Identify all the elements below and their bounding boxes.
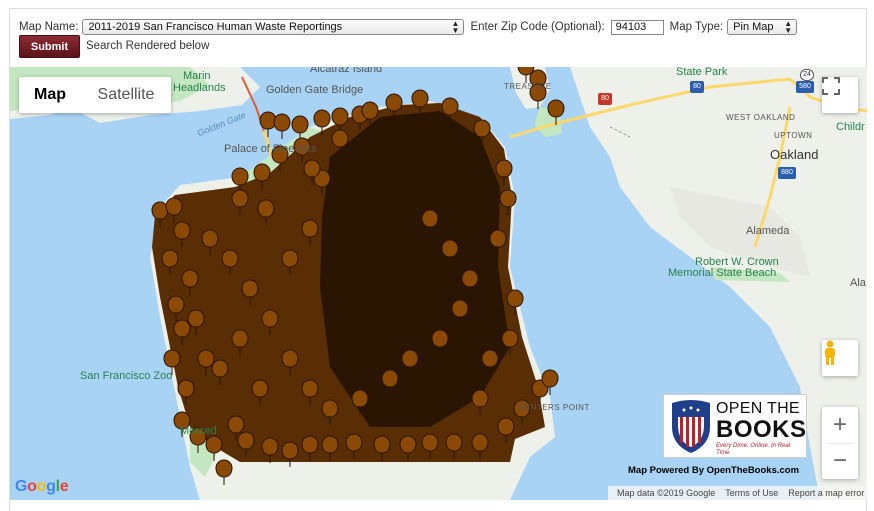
marin-label: Marin: [183, 70, 211, 82]
zoom-control: + −: [822, 407, 858, 479]
google-letter: o: [36, 478, 47, 495]
map-name-value: 2011-2019 San Francisco Human Waste Repo…: [88, 21, 343, 33]
map-name-label: Map Name:: [19, 21, 79, 33]
map-attribution: Map data ©2019 Google Terms of Use Repor…: [608, 486, 867, 500]
state-park-label: State Park: [676, 67, 728, 78]
google-letter: g: [46, 478, 56, 495]
alcatraz-label: Alcatraz Island: [310, 67, 383, 75]
map-options-bar: Map Name: 2011-2019 San Francisco Human …: [19, 18, 798, 36]
submit-button[interactable]: Submit: [19, 35, 80, 58]
search-status-text: Search Rendered below: [86, 40, 210, 52]
logo-line-1: OPEN THE: [716, 400, 800, 417]
powered-by-text[interactable]: Map Powered By OpenTheBooks.com: [628, 465, 799, 476]
highway-580-shield: 580: [796, 81, 814, 93]
map-type-value: Pin Map: [733, 21, 774, 33]
google-logo[interactable]: Google: [15, 478, 69, 496]
pin-marker[interactable]: [273, 113, 291, 139]
highway-80-shield-east: 80: [690, 81, 704, 93]
uptown-label: UPTOWN: [774, 131, 813, 140]
logo-tagline: Every Dime. Online. In Real Time.: [716, 443, 791, 456]
zoom-in-button[interactable]: +: [822, 407, 858, 443]
zoom-out-button[interactable]: −: [822, 443, 858, 479]
map-type-select[interactable]: Pin Map ▲ ▼: [727, 19, 798, 35]
google-letter: o: [27, 478, 37, 495]
select-arrows-icon: ▲ ▼: [451, 19, 460, 35]
select-arrows-icon: ▲ ▼: [784, 19, 793, 35]
zip-label: Enter Zip Code (Optional):: [470, 21, 605, 33]
map-name-select[interactable]: 2011-2019 San Francisco Human Waste Repo…: [82, 19, 465, 35]
fullscreen-button[interactable]: [822, 77, 858, 113]
report-error-link[interactable]: Report a map error: [783, 488, 867, 498]
map-type-satellite-button[interactable]: Satellite: [81, 77, 171, 113]
golden-gate-bridge-label: Golden Gate Bridge: [266, 84, 364, 96]
highway-880-shield: 880: [778, 167, 796, 179]
google-letter: G: [15, 478, 28, 495]
treasure-island-label: TREASURE: [504, 82, 552, 91]
google-letter: e: [59, 478, 69, 495]
west-oakland-label: WEST OAKLAND: [726, 113, 796, 122]
terms-of-use-link[interactable]: Terms of Use: [720, 488, 783, 498]
palace-fine-arts-label: Palace of Fine Arts: [224, 143, 317, 155]
crown-beach-label-2: Memorial State Beach: [668, 267, 777, 279]
highway-80-shield: 80: [598, 93, 612, 105]
pin-marker[interactable]: [259, 111, 277, 137]
childrens-label: Childr: [836, 121, 865, 133]
open-the-books-logo[interactable]: OPEN THE BOOKS Every Dime. Online. In Re…: [663, 394, 807, 458]
map-type-label: Map Type:: [669, 21, 724, 33]
highway-24-shield: 24: [800, 69, 814, 81]
fullscreen-icon: [822, 77, 840, 95]
zoom-divider: [828, 443, 852, 444]
hunters-point-label: HUNTERS POINT: [518, 403, 590, 412]
alameda-edge-label: Ala: [850, 277, 866, 289]
street-view-button[interactable]: [822, 340, 858, 376]
logo-wordmark: OPEN THE BOOKS Every Dime. Online. In Re…: [716, 401, 807, 457]
logo-line-2: BOOKS: [716, 416, 807, 443]
sf-zoo-label: San Francisco Zoo: [80, 370, 173, 382]
oakland-label: Oakland: [770, 147, 819, 162]
pegman-icon: [825, 340, 835, 365]
pin-cluster-core: [320, 111, 510, 427]
zip-input[interactable]: 94103: [610, 19, 664, 35]
map-type-map-button[interactable]: Map: [19, 77, 81, 113]
map-type-control: Map Satellite: [19, 77, 171, 113]
headlands-label: Headlands: [173, 82, 226, 94]
alameda-label: Alameda: [746, 225, 790, 237]
google-map[interactable]: Marin Headlands Golden Gate Bridge Alcat…: [10, 67, 867, 500]
merced-label: Merced: [180, 425, 217, 437]
shield-flag-icon: [672, 400, 710, 453]
map-data-credit: Map data ©2019 Google: [617, 488, 716, 498]
